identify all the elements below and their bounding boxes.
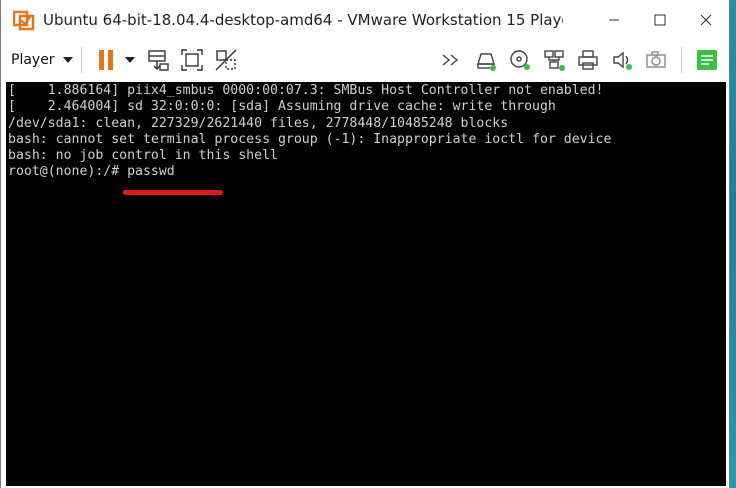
console-line: bash: no job control in this shell xyxy=(8,148,278,164)
fullscreen-icon[interactable] xyxy=(180,48,204,72)
player-menu-button[interactable]: Player xyxy=(11,46,73,74)
sound-icon[interactable] xyxy=(610,48,634,72)
cd-dvd-icon[interactable] xyxy=(508,48,532,72)
toolbar: Player xyxy=(1,40,729,80)
vmware-app-icon xyxy=(13,10,35,31)
printer-icon[interactable] xyxy=(576,48,600,72)
toolbar-divider xyxy=(681,47,682,73)
close-button[interactable] xyxy=(683,0,729,40)
forward-icon[interactable] xyxy=(440,48,464,72)
unity-icon[interactable] xyxy=(214,48,238,72)
network-icon[interactable] xyxy=(542,48,566,72)
notes-icon[interactable] xyxy=(695,48,719,72)
toolbar-divider xyxy=(80,47,82,73)
minimize-icon xyxy=(609,19,619,21)
vm-console-screen[interactable]: [ 1.886164] piix4_smbus 0000:00:07.3: SM… xyxy=(6,82,726,486)
console-prompt-line: root@(none):/# passwd xyxy=(8,164,175,180)
console-line: [ 1.886164] piix4_smbus 0000:00:07.3: SM… xyxy=(8,83,604,98)
vmware-player-window: Ubuntu 64-bit-18.04.4-desktop-amd64 - VM… xyxy=(0,0,730,488)
chevron-down-icon xyxy=(62,57,73,63)
minimize-button[interactable] xyxy=(591,0,637,40)
power-dropdown-icon[interactable] xyxy=(124,48,136,72)
chevron-down-icon xyxy=(124,57,135,63)
maximize-icon xyxy=(654,14,666,26)
red-annotation-underline xyxy=(123,190,223,195)
pause-icon[interactable] xyxy=(95,48,119,72)
console-line: /dev/sda1: clean, 227329/2621440 files, … xyxy=(8,115,509,131)
console-line: [ 2.464004] sd 32:0:0:0: [sda] Assuming … xyxy=(8,99,556,115)
console-output: [ 1.886164] piix4_smbus 0000:00:07.3: SM… xyxy=(6,82,726,181)
camera-icon[interactable] xyxy=(644,48,668,72)
maximize-button[interactable] xyxy=(637,0,683,40)
hard-disk-icon[interactable] xyxy=(474,48,498,72)
close-icon xyxy=(700,14,712,26)
window-title: Ubuntu 64-bit-18.04.4-desktop-amd64 - VM… xyxy=(43,11,563,29)
send-ctrl-alt-del-icon[interactable] xyxy=(146,48,170,72)
console-line: bash: cannot set terminal process group … xyxy=(8,131,612,147)
title-bar[interactable]: Ubuntu 64-bit-18.04.4-desktop-amd64 - VM… xyxy=(1,0,729,40)
player-menu-label: Player xyxy=(11,52,55,68)
